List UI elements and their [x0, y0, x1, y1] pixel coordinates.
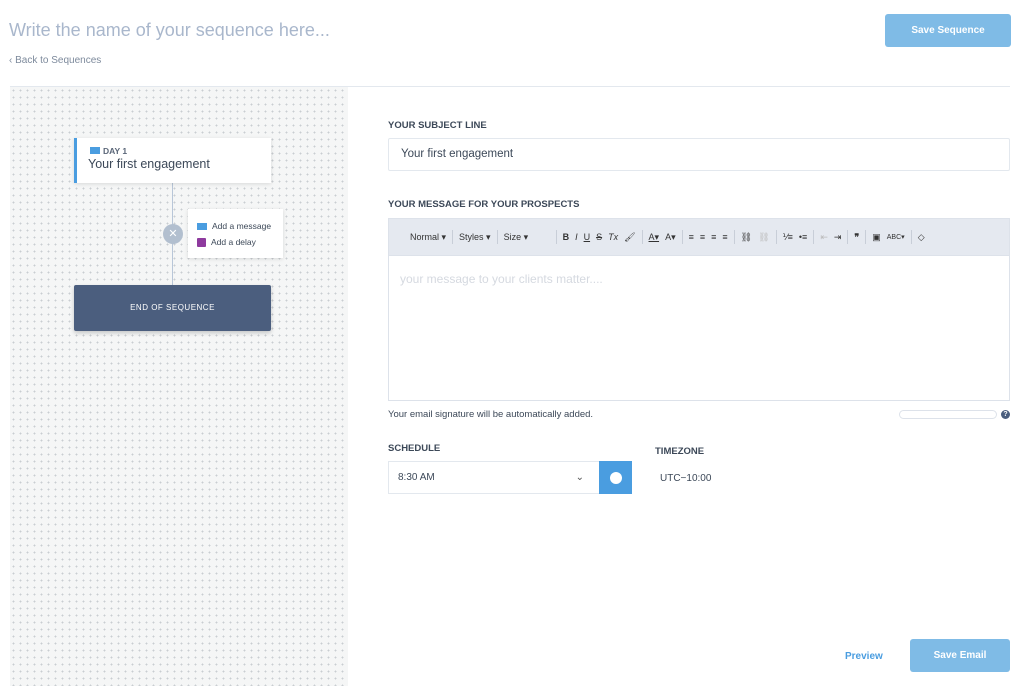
- justify-icon[interactable]: ≡: [719, 232, 730, 242]
- calendar-icon: [197, 237, 206, 247]
- end-of-sequence-node: END OF SEQUENCE: [74, 285, 271, 331]
- message-editor[interactable]: your message to your clients matter....: [388, 256, 1010, 401]
- underline-icon[interactable]: U: [581, 232, 594, 242]
- italic-icon[interactable]: I: [572, 232, 581, 242]
- timezone-value: UTC−10:00: [660, 473, 712, 484]
- save-sequence-button[interactable]: Save Sequence: [885, 14, 1011, 47]
- editor-toolbar: Normal ▾ Styles ▾ Size ▾ B I U S Tx 🖌 A▾…: [388, 218, 1010, 256]
- align-right-icon[interactable]: ≡: [708, 232, 719, 242]
- clock-button[interactable]: [599, 461, 632, 494]
- add-message-item[interactable]: Add a message: [197, 221, 271, 231]
- close-icon[interactable]: ✕: [163, 224, 183, 244]
- subject-input[interactable]: Your first engagement: [388, 138, 1010, 171]
- step-day: DAY 1: [90, 146, 127, 156]
- clock-icon: [609, 471, 622, 484]
- blockquote-icon[interactable]: ❞: [851, 232, 862, 243]
- tag-icon[interactable]: ◇: [915, 232, 928, 243]
- signature-note: Your email signature will be automatical…: [388, 409, 594, 420]
- back-to-sequences-link[interactable]: ‹ Back to Sequences: [9, 55, 101, 66]
- step-card[interactable]: DAY 1 Your first engagement: [74, 138, 271, 183]
- add-delay-item[interactable]: Add a delay: [197, 237, 256, 247]
- align-left-icon[interactable]: ≡: [686, 232, 697, 242]
- background-color-icon[interactable]: A▾: [662, 232, 679, 243]
- sequence-name-input[interactable]: Write the name of your sequence here...: [9, 20, 330, 41]
- envelope-icon: [197, 222, 207, 230]
- save-email-button[interactable]: Save Email: [910, 639, 1010, 672]
- spellcheck-icon[interactable]: ABC▾: [884, 233, 908, 241]
- step-title: Your first engagement: [88, 157, 210, 171]
- subject-label: YOUR SUBJECT LINE: [388, 120, 487, 131]
- format-dropdown[interactable]: Normal ▾: [407, 232, 449, 243]
- chevron-down-icon: ⌄: [575, 472, 584, 483]
- message-label: YOUR MESSAGE FOR YOUR PROSPECTS: [388, 199, 580, 210]
- image-icon[interactable]: ▣: [869, 232, 884, 243]
- align-center-icon[interactable]: ≡: [697, 232, 708, 242]
- paintbrush-icon[interactable]: 🖌: [621, 232, 638, 243]
- strikethrough-icon[interactable]: S: [593, 232, 605, 242]
- bold-icon[interactable]: B: [560, 232, 573, 242]
- help-icon[interactable]: ?: [1001, 410, 1010, 419]
- signature-toggle[interactable]: [899, 410, 997, 419]
- text-color-icon[interactable]: A▾: [646, 232, 663, 243]
- preview-link[interactable]: Preview: [845, 651, 883, 662]
- indent-icon[interactable]: ⇥: [831, 232, 845, 243]
- size-dropdown[interactable]: Size ▾: [501, 232, 553, 243]
- envelope-icon: [90, 147, 100, 154]
- back-label: Back to Sequences: [15, 55, 102, 66]
- timezone-label: TIMEZONE: [655, 446, 705, 457]
- unlink-icon[interactable]: ⛓: [755, 232, 772, 243]
- bulleted-list-icon[interactable]: •≡: [796, 232, 810, 242]
- link-icon[interactable]: ⛓: [738, 232, 755, 243]
- clear-format-icon[interactable]: Tx: [605, 232, 621, 242]
- styles-dropdown[interactable]: Styles ▾: [456, 232, 494, 243]
- schedule-select[interactable]: 8:30 AM ⌄: [388, 461, 600, 494]
- numbered-list-icon[interactable]: ⅟≡: [780, 232, 796, 243]
- schedule-label: SCHEDULE: [388, 443, 441, 454]
- outdent-icon[interactable]: ⇤: [817, 232, 831, 243]
- add-step-menu: Add a message Add a delay: [188, 209, 283, 258]
